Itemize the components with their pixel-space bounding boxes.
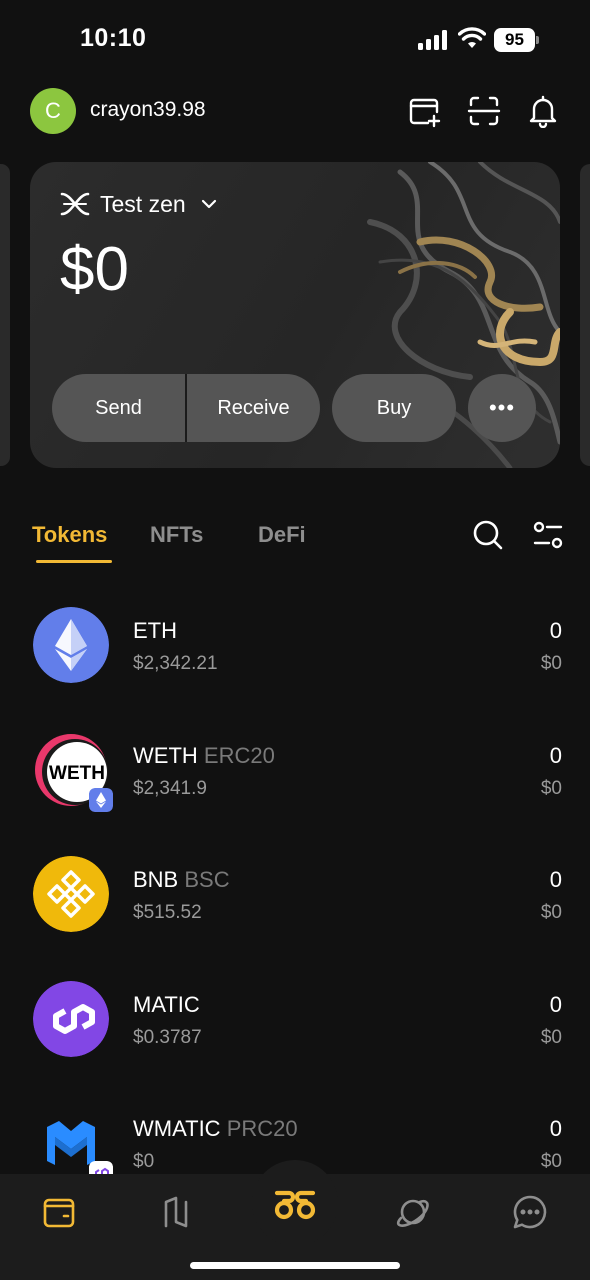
eth-icon [33, 607, 109, 683]
cellular-signal-icon [418, 30, 447, 50]
token-name: MATIC [133, 992, 200, 1018]
chevron-down-icon [201, 199, 216, 209]
ethereum-chain-badge-icon [89, 788, 113, 812]
bitget-logo-icon [274, 1190, 316, 1220]
wallet-name: Test zen [100, 190, 186, 217]
token-amount: 0 [549, 867, 562, 892]
token-symbol: WETH [133, 743, 198, 768]
filter-settings-icon[interactable] [531, 518, 565, 552]
token-amount: 0 [549, 1116, 562, 1141]
token-value: $0 [540, 902, 562, 923]
token-symbol: WMATIC [133, 1116, 221, 1141]
token-network: ERC20 [203, 743, 275, 768]
discover-center-button[interactable] [252, 1160, 338, 1246]
previous-wallet-card[interactable] [0, 164, 10, 466]
active-tab-indicator [36, 560, 112, 563]
bnb-icon [33, 856, 109, 932]
battery-indicator: 95 [494, 28, 540, 52]
wallet-icon[interactable] [39, 1192, 79, 1232]
token-price: $0 [133, 1151, 155, 1172]
token-row-eth[interactable]: ETH $2,342.21 0 $0 [0, 607, 590, 707]
token-name: ETH [133, 618, 177, 644]
username[interactable]: crayon39.98 [90, 98, 206, 122]
send-button[interactable]: Send [52, 374, 185, 442]
token-amount: 0 [549, 992, 562, 1017]
total-balance: $0 [60, 235, 129, 304]
token-value: $0 [540, 653, 562, 674]
add-wallet-icon[interactable] [408, 94, 442, 128]
matic-icon [33, 981, 109, 1057]
avatar[interactable]: C [30, 88, 76, 134]
buy-button[interactable]: Buy [332, 374, 456, 442]
token-price: $515.52 [133, 902, 202, 923]
swap-icon[interactable] [156, 1192, 196, 1232]
token-network: BSC [184, 867, 230, 892]
token-name: WETH ERC20 [133, 743, 275, 769]
token-symbol: BNB [133, 867, 179, 892]
scan-icon[interactable] [467, 94, 501, 128]
status-time: 10:10 [80, 24, 147, 52]
token-symbol: ETH [133, 618, 177, 643]
status-bar: 10:10 95 [0, 0, 590, 80]
search-icon[interactable] [471, 518, 505, 552]
token-name: BNB BSC [133, 867, 230, 893]
token-row-matic[interactable]: MATIC $0.3787 0 $0 [0, 981, 590, 1081]
tab-nfts[interactable]: NFTs [150, 522, 203, 548]
chat-icon[interactable] [510, 1192, 550, 1232]
token-value: $0 [540, 1151, 562, 1172]
next-wallet-card[interactable] [580, 164, 590, 466]
token-network: PRC20 [226, 1116, 298, 1141]
receive-button[interactable]: Receive [187, 374, 320, 442]
token-price: $0.3787 [133, 1027, 202, 1048]
wifi-icon [458, 27, 486, 48]
token-price: $2,341.9 [133, 778, 207, 799]
token-value: $0 [540, 1027, 562, 1048]
wallet-card: Test zen $0 Send Receive Buy ••• [30, 162, 560, 468]
token-symbol: MATIC [133, 992, 200, 1017]
token-price: $2,342.21 [133, 653, 218, 674]
tab-tokens[interactable]: Tokens [32, 522, 107, 548]
home-indicator [190, 1262, 400, 1269]
token-amount: 0 [549, 743, 562, 768]
wallet-selector[interactable]: Test zen [60, 190, 218, 218]
token-name: WMATIC PRC20 [133, 1116, 298, 1142]
wallet-logo-icon [60, 192, 90, 216]
bell-icon[interactable] [526, 94, 560, 129]
battery-tip [536, 36, 539, 44]
token-row-bnb[interactable]: BNB BSC $515.52 0 $0 [0, 856, 590, 956]
weth-logo-text: WETH [49, 763, 105, 784]
planet-explore-icon[interactable] [393, 1192, 433, 1232]
token-value: $0 [540, 778, 562, 799]
token-row-weth[interactable]: WETH WETH ERC20 $2,341.9 0 $0 [0, 732, 590, 832]
battery-level: 95 [494, 28, 535, 52]
token-amount: 0 [549, 618, 562, 643]
more-actions-button[interactable]: ••• [468, 374, 536, 442]
tab-defi[interactable]: DeFi [258, 522, 306, 548]
